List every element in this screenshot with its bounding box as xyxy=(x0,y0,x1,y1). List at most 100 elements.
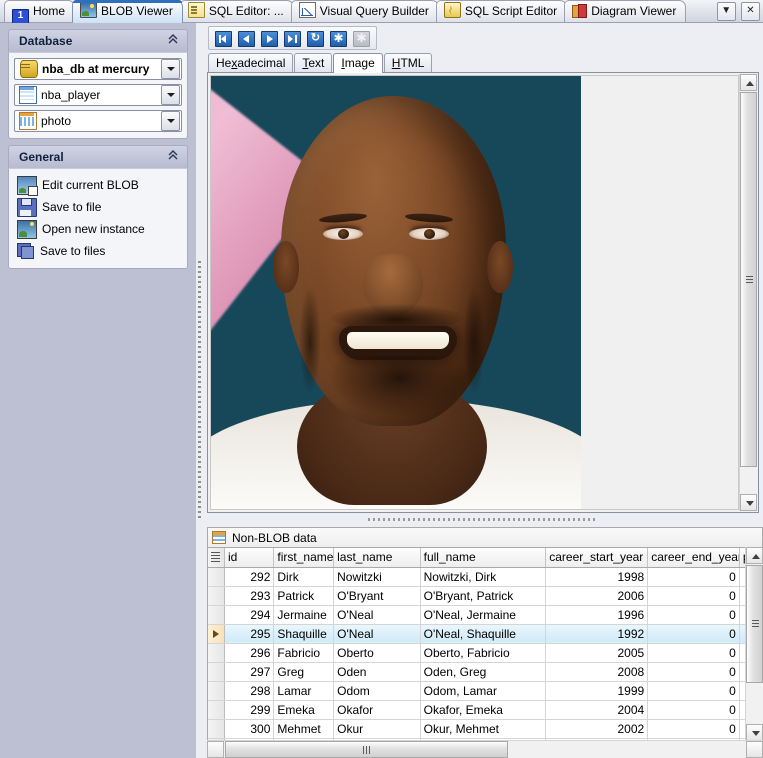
cell-full_name[interactable]: O'Neal, Shaquille xyxy=(420,624,546,643)
cell-last_name[interactable]: Okafor xyxy=(334,700,421,719)
chevron-down-icon[interactable] xyxy=(161,85,180,105)
cell-career_start_year[interactable]: 2005 xyxy=(546,643,648,662)
cell-career_end_year[interactable]: 0 xyxy=(648,662,740,681)
tab-visual-query-builder[interactable]: Visual Query Builder xyxy=(291,0,439,22)
grid-scroll-left-arrow[interactable] xyxy=(207,741,224,758)
column-header-last_name[interactable]: last_name xyxy=(334,548,421,567)
table-row[interactable]: 295ShaquilleO'NealO'Neal, Shaquille19920… xyxy=(208,624,763,643)
column-header-career_end_year[interactable]: career_end_year xyxy=(648,548,740,567)
column-combo[interactable]: photo xyxy=(14,110,182,132)
cell-id[interactable]: 296 xyxy=(224,643,273,662)
grid-vertical-scrollbar[interactable] xyxy=(745,547,763,741)
cell-last_name[interactable]: Nowitzki xyxy=(334,567,421,586)
scroll-down-arrow[interactable] xyxy=(740,494,757,511)
row-indicator[interactable] xyxy=(208,624,224,643)
open-new-instance-action[interactable]: Open new instance xyxy=(14,218,182,240)
row-indicator[interactable] xyxy=(208,567,224,586)
cell-career_start_year[interactable]: 2008 xyxy=(546,662,648,681)
table-row[interactable]: 298LamarOdomOdom, Lamar1999010 xyxy=(208,681,763,700)
table-row[interactable]: 292DirkNowitzkiNowitzki, Dirk1998010 xyxy=(208,567,763,586)
tab-sql-script-editor[interactable]: SQL Script Editor xyxy=(436,0,567,22)
cell-career_start_year[interactable]: 1999 xyxy=(546,681,648,700)
chevron-up-double-icon[interactable] xyxy=(167,33,179,48)
format-tab-html[interactable]: HTML xyxy=(384,53,433,72)
table-row[interactable]: 300MehmetOkurOkur, Mehmet2002011 xyxy=(208,719,763,738)
cell-career_start_year[interactable]: 2006 xyxy=(546,586,648,605)
cell-full_name[interactable]: Okur, Mehmet xyxy=(420,719,546,738)
database-combo[interactable]: nba_db at mercury xyxy=(14,58,182,80)
cell-first_name[interactable]: Lamar xyxy=(274,681,334,700)
grid-scroll-thumb[interactable] xyxy=(746,565,763,683)
cell-career_end_year[interactable]: 0 xyxy=(648,719,740,738)
last-record-button[interactable] xyxy=(281,29,303,49)
sidebar-splitter[interactable] xyxy=(196,23,203,758)
row-indicator[interactable] xyxy=(208,681,224,700)
next-record-button[interactable] xyxy=(258,29,280,49)
column-header-career_start_year[interactable]: career_start_year xyxy=(546,548,648,567)
tab-home[interactable]: 1Home xyxy=(4,0,75,22)
cell-first_name[interactable]: Greg xyxy=(274,662,334,681)
cell-career_end_year[interactable]: 0 xyxy=(648,681,740,700)
cell-full_name[interactable]: O'Bryant, Patrick xyxy=(420,586,546,605)
cell-career_start_year[interactable]: 1992 xyxy=(546,624,648,643)
grid-scroll-up-arrow[interactable] xyxy=(746,547,763,564)
grid-scroll-right-arrow[interactable] xyxy=(746,741,763,758)
cell-first_name[interactable]: Fabricio xyxy=(274,643,334,662)
row-indicator[interactable] xyxy=(208,643,224,662)
tab-sql-editor[interactable]: SQL Editor: ... xyxy=(180,0,294,22)
chevron-down-icon[interactable] xyxy=(161,111,180,131)
table-row[interactable]: 293PatrickO'BryantO'Bryant, Patrick20060… xyxy=(208,586,763,605)
cell-career_end_year[interactable]: 0 xyxy=(648,643,740,662)
cell-career_end_year[interactable]: 0 xyxy=(648,700,740,719)
tab-blob-viewer[interactable]: BLOB Viewer xyxy=(72,0,183,23)
close-tab-button[interactable]: ✕ xyxy=(741,2,760,21)
cell-full_name[interactable]: Odom, Lamar xyxy=(420,681,546,700)
column-header-id[interactable]: id xyxy=(224,548,273,567)
cell-id[interactable]: 294 xyxy=(224,605,273,624)
scroll-up-arrow[interactable] xyxy=(740,74,757,91)
cell-id[interactable]: 297 xyxy=(224,662,273,681)
load-blob-button[interactable]: ✱ xyxy=(327,29,349,49)
cell-last_name[interactable]: O'Neal xyxy=(334,624,421,643)
cell-full_name[interactable]: Okafor, Emeka xyxy=(420,700,546,719)
table-row[interactable]: 299EmekaOkaforOkafor, Emeka2004011 xyxy=(208,700,763,719)
cell-first_name[interactable]: Mehmet xyxy=(274,719,334,738)
cell-career_start_year[interactable]: 2002 xyxy=(546,719,648,738)
cell-id[interactable]: 292 xyxy=(224,567,273,586)
grid-hscroll-thumb[interactable] xyxy=(225,741,508,758)
format-tab-image[interactable]: Image xyxy=(333,53,382,73)
save-to-file-action[interactable]: Save to file xyxy=(14,196,182,218)
cell-id[interactable]: 295 xyxy=(224,624,273,643)
format-tab-text[interactable]: Text xyxy=(294,53,332,72)
cell-first_name[interactable]: Jermaine xyxy=(274,605,334,624)
previous-record-button[interactable] xyxy=(235,29,257,49)
cell-career_start_year[interactable]: 1998 xyxy=(546,567,648,586)
table-row[interactable]: 297GregOdenOden, Greg200808 xyxy=(208,662,763,681)
tab-diagram-viewer[interactable]: Diagram Viewer xyxy=(564,0,686,22)
cell-id[interactable]: 299 xyxy=(224,700,273,719)
column-header-first_name[interactable]: first_name xyxy=(274,548,334,567)
refresh-button[interactable]: ↻ xyxy=(304,29,326,49)
tab-list-button[interactable]: ▼ xyxy=(717,2,736,21)
cell-career_end_year[interactable]: 0 xyxy=(648,624,740,643)
table-row[interactable]: 294JermaineO'NealO'Neal, Jermaine1996011 xyxy=(208,605,763,624)
table-combo[interactable]: nba_player xyxy=(14,84,182,106)
chevron-down-icon[interactable] xyxy=(161,59,180,79)
image-vertical-scrollbar[interactable] xyxy=(739,74,757,511)
cell-full_name[interactable]: Oberto, Fabricio xyxy=(420,643,546,662)
row-indicator[interactable] xyxy=(208,586,224,605)
cell-id[interactable]: 300 xyxy=(224,719,273,738)
column-header-full_name[interactable]: full_name xyxy=(420,548,546,567)
cell-full_name[interactable]: Nowitzki, Dirk xyxy=(420,567,546,586)
cell-last_name[interactable]: O'Neal xyxy=(334,605,421,624)
cell-id[interactable]: 293 xyxy=(224,586,273,605)
cell-last_name[interactable]: Oberto xyxy=(334,643,421,662)
cell-career_end_year[interactable]: 0 xyxy=(648,567,740,586)
cell-last_name[interactable]: Oden xyxy=(334,662,421,681)
cell-full_name[interactable]: Oden, Greg xyxy=(420,662,546,681)
cell-first_name[interactable]: Dirk xyxy=(274,567,334,586)
row-indicator[interactable] xyxy=(208,719,224,738)
scroll-thumb[interactable] xyxy=(740,92,757,467)
cell-last_name[interactable]: Okur xyxy=(334,719,421,738)
table-row[interactable]: 296FabricioObertoOberto, Fabricio2005011 xyxy=(208,643,763,662)
